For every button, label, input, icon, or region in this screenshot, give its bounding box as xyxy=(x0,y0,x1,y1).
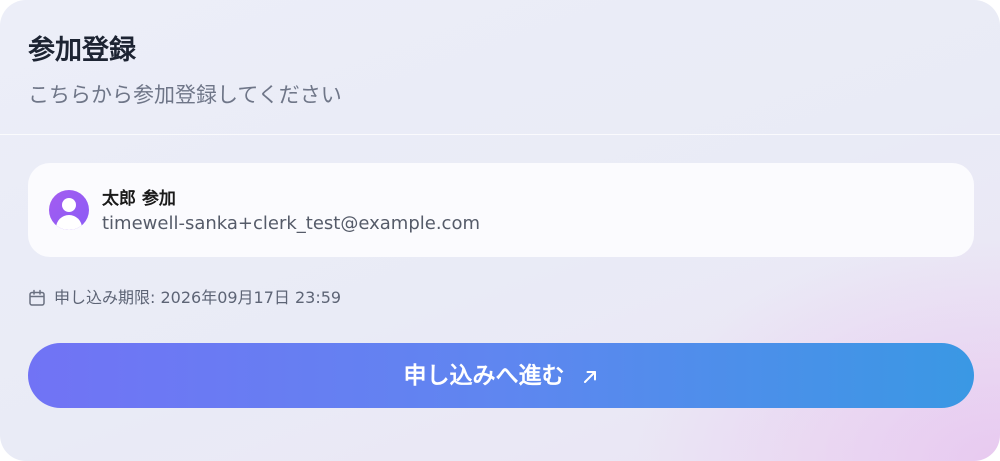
page-title: 参加登録 xyxy=(28,35,136,66)
user-email: timewell-sanka+clerk_test@example.com xyxy=(102,213,480,234)
proceed-to-application-button[interactable]: 申し込みへ進む xyxy=(28,343,974,408)
arrow-up-right-icon xyxy=(583,370,596,383)
user-avatar-icon xyxy=(49,190,89,230)
apply-button-label: 申し込みへ進む xyxy=(403,362,565,389)
page-subtitle: こちらから参加登録してください xyxy=(28,83,342,107)
user-info-card: 太郎 参加 timewell-sanka+clerk_test@example.… xyxy=(28,163,974,257)
card-header: 参加登録 こちらから参加登録してください xyxy=(0,0,1000,135)
user-name: 太郎 参加 xyxy=(102,189,176,209)
deadline-text: 申し込み期限: 2026年09月17日 23:59 xyxy=(54,288,342,307)
application-deadline: 申し込み期限: 2026年09月17日 23:59 xyxy=(28,285,341,311)
registration-card: 参加登録 こちらから参加登録してください 太郎 参加 timewell-sank… xyxy=(0,0,1000,461)
calendar-icon xyxy=(29,289,45,306)
